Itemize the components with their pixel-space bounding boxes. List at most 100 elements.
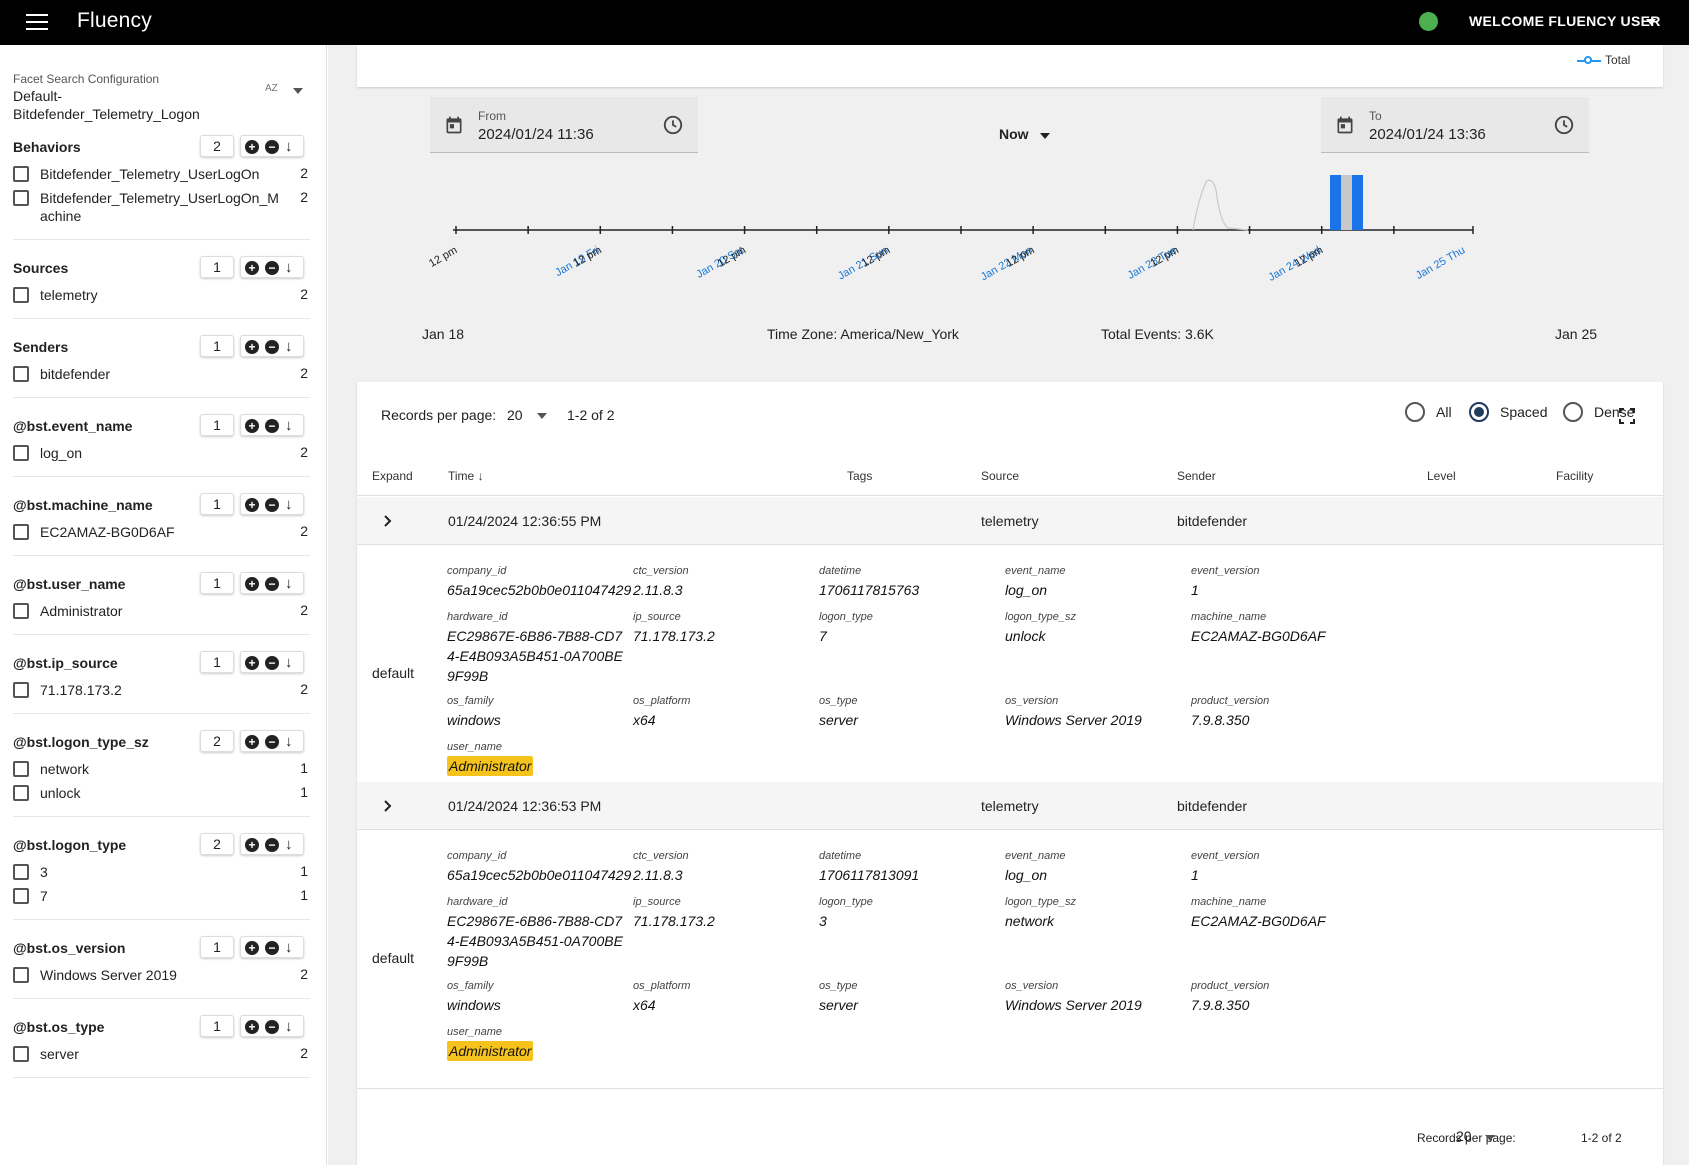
facet-option[interactable]: log_on 2 [13,440,310,464]
timeline-selection-bar[interactable] [1341,175,1352,230]
detail-field-value[interactable]: Administrator [447,1041,534,1061]
facet-option[interactable]: server 2 [13,1041,310,1065]
sort-arrow-down-icon[interactable]: ↓ [285,139,299,154]
column-header-facility[interactable]: Facility [1556,469,1593,483]
exclude-minus-icon[interactable]: − [265,261,279,275]
include-plus-icon[interactable]: + [245,656,259,670]
facet-checkbox[interactable] [13,785,29,801]
detail-field-value[interactable]: windows [447,710,627,730]
facet-checkbox[interactable] [13,1046,29,1062]
detail-field-value[interactable]: network [1005,911,1185,931]
facet-option[interactable]: 71.178.173.2 2 [13,677,310,701]
facet-option[interactable]: network 1 [13,756,310,780]
detail-field-value[interactable]: Windows Server 2019 [1005,710,1185,730]
detail-field-value[interactable]: server [819,995,999,1015]
detail-field-value[interactable]: log_on [1005,865,1185,885]
fullscreen-icon[interactable] [1619,408,1635,424]
facet-option[interactable]: bitdefender 2 [13,361,310,385]
sort-arrow-down-icon[interactable]: ↓ [285,418,299,433]
detail-field-value[interactable]: 71.178.173.2 [633,626,813,646]
detail-field-value[interactable]: windows [447,995,627,1015]
clock-icon[interactable] [1553,114,1575,136]
detail-field-value[interactable]: 65a19cec52b0b0e011047429 [447,580,631,600]
detail-field-value[interactable]: server [819,710,999,730]
column-header-level[interactable]: Level [1427,469,1456,483]
detail-field-value[interactable]: 1706117815763 [819,580,999,600]
sort-arrow-down-icon[interactable]: ↓ [285,339,299,354]
detail-field-value[interactable]: x64 [633,995,813,1015]
facet-checkbox[interactable] [13,864,29,880]
calendar-icon[interactable] [1335,115,1355,135]
event-timeline-chart[interactable]: 12 pm Jan 19 Fri12 pm Jan 20 Sat12 pm Jan 2… [328,175,1689,345]
chevron-down-icon[interactable] [1040,133,1050,139]
facet-checkbox[interactable] [13,761,29,777]
detail-field-value[interactable]: 3 [819,911,999,931]
include-plus-icon[interactable]: + [245,140,259,154]
exclude-minus-icon[interactable]: − [265,577,279,591]
detail-field-value[interactable]: 65a19cec52b0b0e011047429 [447,865,631,885]
sort-arrow-down-icon[interactable]: ↓ [285,1019,299,1034]
time-preset-select[interactable]: Now [999,126,1029,142]
detail-field-value[interactable]: EC2AMAZ-BG0D6AF [1191,626,1371,646]
column-header-source[interactable]: Source [981,469,1019,483]
detail-field-value[interactable]: 1706117813091 [819,865,999,885]
timeline-selection-bar[interactable] [1352,175,1363,230]
include-plus-icon[interactable]: + [245,838,259,852]
exclude-minus-icon[interactable]: − [265,498,279,512]
facet-checkbox[interactable] [13,287,29,303]
include-plus-icon[interactable]: + [245,577,259,591]
view-spaced-radio[interactable] [1469,402,1489,422]
detail-field-value[interactable]: 2.11.8.3 [633,580,813,600]
detail-field-value[interactable]: unlock [1005,626,1185,646]
column-header-time[interactable]: Time ↓ [448,469,484,483]
arrow-down-icon[interactable]: ↓ [478,469,484,483]
facet-option[interactable]: EC2AMAZ-BG0D6AF 2 [13,519,310,543]
view-dense-radio[interactable] [1563,402,1583,422]
chevron-down-icon[interactable] [1485,1135,1495,1141]
menu-icon[interactable] [26,14,48,31]
facet-checkbox[interactable] [13,524,29,540]
facet-option[interactable]: telemetry 2 [13,282,310,306]
include-plus-icon[interactable]: + [245,340,259,354]
records-per-page-select[interactable]: 20 [507,407,523,423]
chevron-down-icon[interactable] [293,88,303,94]
include-plus-icon[interactable]: + [245,735,259,749]
detail-field-value[interactable]: 7.9.8.350 [1191,995,1371,1015]
sort-arrow-down-icon[interactable]: ↓ [285,655,299,670]
detail-field-value[interactable]: 1 [1191,865,1371,885]
detail-field-value[interactable]: EC29867E-6B86-7B88-CD74-E4B093A5B451-0A7… [447,626,627,686]
exclude-minus-icon[interactable]: − [265,656,279,670]
detail-field-value[interactable]: 7.9.8.350 [1191,710,1371,730]
exclude-minus-icon[interactable]: − [265,340,279,354]
exclude-minus-icon[interactable]: − [265,838,279,852]
detail-field-value[interactable]: 1 [1191,580,1371,600]
column-header-tags[interactable]: Tags [847,469,872,483]
chevron-right-icon[interactable] [383,515,393,527]
exclude-minus-icon[interactable]: − [265,735,279,749]
include-plus-icon[interactable]: + [245,261,259,275]
user-menu-button[interactable]: WELCOME FLUENCY USER [1469,13,1661,29]
exclude-minus-icon[interactable]: − [265,140,279,154]
view-all-label[interactable]: All [1436,404,1452,420]
sort-az-icon[interactable]: AZ [265,83,278,94]
detail-field-value[interactable]: 7 [819,626,999,646]
facet-option[interactable]: 7 1 [13,883,310,907]
sort-arrow-down-icon[interactable]: ↓ [285,260,299,275]
clock-icon[interactable] [662,114,684,136]
sort-arrow-down-icon[interactable]: ↓ [285,837,299,852]
facet-checkbox[interactable] [13,445,29,461]
timeline-selection-bar[interactable] [1330,175,1341,230]
include-plus-icon[interactable]: + [245,941,259,955]
detail-field-value[interactable]: EC2AMAZ-BG0D6AF [1191,911,1371,931]
include-plus-icon[interactable]: + [245,1020,259,1034]
detail-field-value[interactable]: log_on [1005,580,1185,600]
chevron-down-icon[interactable] [537,413,547,419]
to-date-field[interactable]: To 2024/01/24 13:36 [1321,97,1589,153]
facet-option[interactable]: Bitdefender_Telemetry_UserLogOn_Machine … [13,185,310,227]
sort-arrow-down-icon[interactable]: ↓ [285,497,299,512]
facet-option[interactable]: Administrator 2 [13,598,310,622]
chevron-down-icon[interactable] [1646,19,1656,25]
facet-option[interactable]: unlock 1 [13,780,310,804]
sort-arrow-down-icon[interactable]: ↓ [285,940,299,955]
view-all-radio[interactable] [1405,402,1425,422]
